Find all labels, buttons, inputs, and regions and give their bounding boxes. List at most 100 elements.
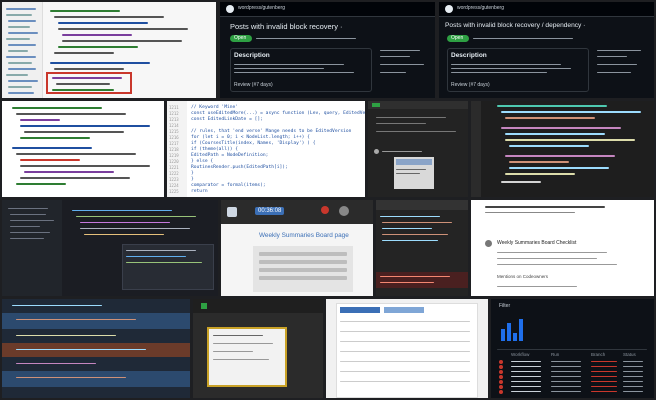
meeting-topbar bbox=[221, 200, 373, 224]
wp-admin-tile[interactable] bbox=[326, 299, 488, 398]
line-number: 1223 bbox=[169, 177, 179, 182]
code-line: for (let i = 0; i < NodeList.length; i++… bbox=[191, 135, 310, 140]
line-number: 1216 bbox=[169, 135, 179, 140]
line-number: 1215 bbox=[169, 129, 179, 134]
meeting-tile[interactable]: 00:36:08 Weekly Summaries Board page bbox=[221, 200, 373, 296]
table-cell bbox=[511, 361, 541, 362]
table-cell bbox=[551, 361, 581, 362]
pr-dark-tile-2[interactable]: wordpress/gutenberg Posts with invalid b… bbox=[439, 2, 654, 98]
code-line: RoutinesRender.push(EditedPath[i]); bbox=[191, 165, 288, 170]
error-row bbox=[376, 272, 468, 288]
table-cell bbox=[551, 376, 581, 377]
dark-ide-tile[interactable] bbox=[2, 200, 218, 296]
sidebar-meta bbox=[378, 48, 428, 90]
status-icon bbox=[499, 380, 503, 384]
code-light-tile-b[interactable]: 1211 // Keyword 'Mine' 1212 const useEdited… bbox=[167, 101, 365, 197]
line-number: 1224 bbox=[169, 183, 179, 188]
line-number: 1221 bbox=[169, 165, 179, 170]
comment-label: Mentions on Codeowners bbox=[497, 274, 549, 279]
table-cell bbox=[511, 381, 541, 382]
table-cell bbox=[511, 386, 541, 387]
table-cell bbox=[591, 361, 617, 362]
table-cell bbox=[591, 381, 617, 382]
browser-topbar bbox=[368, 101, 468, 109]
code-line: if (CoursesTitle(index, Names, 'Display'… bbox=[191, 141, 316, 146]
code-line: // rules, that 'end verse' Mange needs t… bbox=[191, 129, 352, 134]
top-panel bbox=[193, 299, 323, 313]
code-line: } bbox=[191, 177, 194, 182]
repo-line[interactable]: wordpress/gutenberg bbox=[457, 5, 504, 11]
status-icon bbox=[499, 390, 503, 394]
code-light-tile-a[interactable] bbox=[2, 101, 164, 197]
code-line: } else { bbox=[191, 159, 214, 164]
code-line: comparator = formal(items); bbox=[191, 183, 266, 188]
section-heading: Description bbox=[451, 52, 487, 59]
status-icon bbox=[499, 360, 503, 364]
column-header: Workflow bbox=[511, 352, 530, 357]
dark-browser-tile[interactable] bbox=[368, 101, 468, 197]
code-line: // Keyword 'Mine' bbox=[191, 105, 239, 110]
issue-tile[interactable]: Weekly Summaries Board Checklist Mention… bbox=[471, 200, 654, 296]
status-icon bbox=[499, 370, 503, 374]
app-logo-icon bbox=[227, 207, 237, 217]
table-cell bbox=[623, 361, 643, 362]
activity-bar bbox=[471, 101, 481, 197]
pr-title: Posts with invalid block recovery · bbox=[230, 22, 343, 31]
actions-tile[interactable]: Filter Workflow Run Branch Status bbox=[491, 299, 654, 398]
github-logo-icon[interactable] bbox=[226, 5, 234, 13]
repo-line[interactable]: wordpress/gutenberg bbox=[238, 5, 285, 11]
pr-title: Posts with invalid block recovery / depe… bbox=[445, 22, 586, 29]
table-cell bbox=[623, 371, 643, 372]
issue-title: Weekly Summaries Board Checklist bbox=[497, 240, 577, 246]
line-number: 1225 bbox=[169, 189, 179, 194]
line-number: 1211 bbox=[169, 105, 179, 110]
ide-dark-split-tile[interactable] bbox=[2, 299, 190, 398]
table-cell bbox=[511, 376, 541, 377]
table-cell bbox=[623, 366, 643, 367]
devtools-tile[interactable] bbox=[376, 200, 468, 296]
column-header: Branch bbox=[591, 352, 606, 357]
table-cell bbox=[511, 366, 541, 367]
table-cell bbox=[551, 371, 581, 372]
meeting-timer: 00:36:08 bbox=[255, 207, 285, 215]
code-line: const useEditedMore(...) = async functio… bbox=[191, 111, 365, 116]
table-cell bbox=[591, 366, 617, 367]
open-badge-label: Open bbox=[234, 35, 247, 41]
table-cell bbox=[591, 376, 617, 377]
page-heading: Weekly Summaries Board page bbox=[259, 232, 349, 239]
table-cell bbox=[623, 386, 643, 387]
status-icon bbox=[499, 375, 503, 379]
line-number: 1214 bbox=[169, 123, 179, 128]
status-icon bbox=[499, 385, 503, 389]
line-number: 1220 bbox=[169, 159, 179, 164]
dialog-tile[interactable] bbox=[193, 299, 323, 398]
table-cell bbox=[551, 366, 581, 367]
avatar bbox=[339, 206, 349, 216]
table-cell bbox=[623, 376, 643, 377]
review-label: Review (#7 days) bbox=[234, 82, 273, 88]
github-logo-icon[interactable] bbox=[445, 5, 453, 13]
line-number: 1222 bbox=[169, 171, 179, 176]
pr-dark-tile-1[interactable]: wordpress/gutenberg Posts with invalid b… bbox=[220, 2, 435, 98]
table-cell bbox=[591, 391, 617, 392]
ide-light-tile[interactable] bbox=[2, 2, 216, 98]
line-number: 1212 bbox=[169, 111, 179, 116]
vscode-dark-tile[interactable] bbox=[471, 101, 654, 197]
line-number: 1219 bbox=[169, 153, 179, 158]
filter-label[interactable]: Filter bbox=[499, 303, 510, 309]
modal-dialog[interactable] bbox=[207, 327, 287, 387]
table-cell bbox=[551, 381, 581, 382]
code-line: EditedPath = NodeDefinition; bbox=[191, 153, 269, 158]
avatar bbox=[485, 240, 492, 247]
record-button[interactable] bbox=[321, 206, 329, 214]
status-icon bbox=[499, 365, 503, 369]
section-heading: Description bbox=[234, 52, 270, 59]
table-cell bbox=[551, 391, 581, 392]
open-badge-label: Open bbox=[451, 35, 464, 41]
line-number: 1218 bbox=[169, 147, 179, 152]
toolbar bbox=[376, 200, 468, 210]
table-cell bbox=[623, 391, 643, 392]
line-number: 1213 bbox=[169, 117, 179, 122]
code-line: if (theme(all)) { bbox=[191, 147, 239, 152]
code-line: } bbox=[191, 171, 194, 176]
